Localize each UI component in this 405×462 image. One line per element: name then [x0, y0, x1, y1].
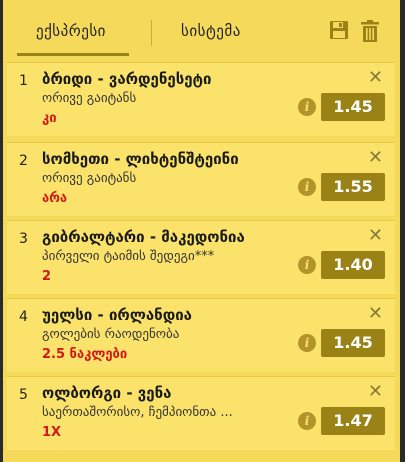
bet-match-title: ბრიდი - ვარდენესეტი [42, 70, 212, 88]
info-icon[interactable]: i [298, 334, 316, 352]
bet-selection: 1X [42, 425, 62, 440]
bet-card: 3 გიბრალტარი - მაკედონია პირველი ტაიმის შე… [7, 220, 395, 294]
bet-card: 2 სომხეთი - ლიხტენშტეინი ორივე გაიტანს არა ✕… [7, 142, 395, 216]
bet-number: 3 [19, 231, 28, 247]
close-icon[interactable]: ✕ [368, 381, 383, 402]
tab-system[interactable]: სისტემა [181, 0, 241, 58]
close-icon[interactable]: ✕ [368, 67, 383, 88]
odds-button[interactable]: 1.45 [321, 329, 385, 357]
active-tab-indicator [17, 53, 129, 56]
info-icon[interactable]: i [298, 412, 316, 430]
info-icon[interactable]: i [298, 98, 316, 116]
bet-number: 5 [19, 387, 28, 403]
bet-selection: 2.5 ნაკლები [42, 347, 128, 362]
odds-button[interactable]: 1.47 [321, 407, 385, 435]
bet-match-title: ოლბორგი - ვენა [42, 384, 172, 402]
tab-divider [151, 20, 152, 46]
bet-match-title: გიბრალტარი - მაკედონია [42, 228, 245, 246]
bet-market: ორივე გაიტანს [42, 91, 137, 106]
bet-market: ორივე გაიტანს [42, 171, 137, 186]
bet-card: 4 უელსი - ირლანდია გოლების რაოდენობა 2.5 ნა… [7, 298, 395, 372]
bet-card: 1 ბრიდი - ვარდენესეტი ორივე გაიტანს კი ✕ i 1.4… [7, 62, 395, 136]
close-icon[interactable]: ✕ [368, 147, 383, 168]
odds-button[interactable]: 1.45 [321, 93, 385, 121]
info-icon[interactable]: i [298, 256, 316, 274]
info-icon[interactable]: i [298, 178, 316, 196]
bet-match-title: უელსი - ირლანდია [42, 306, 192, 324]
bet-number: 2 [19, 153, 28, 169]
bet-selection: 2 [42, 269, 52, 284]
save-icon[interactable] [329, 20, 349, 44]
trash-icon[interactable] [361, 20, 379, 46]
odds-button[interactable]: 1.55 [321, 173, 385, 201]
bet-match-title: სომხეთი - ლიხტენშტეინი [42, 150, 239, 168]
bet-market: საერთაშორისო, ჩემპიონთა ... [42, 405, 233, 420]
bet-selection: კი [42, 111, 57, 126]
betslip-tabs: ექსპრესი სისტემა [3, 0, 400, 58]
odds-button[interactable]: 1.40 [321, 251, 385, 279]
bet-number: 1 [19, 73, 28, 89]
tab-express[interactable]: ექსპრესი [36, 0, 106, 58]
bet-market: პირველი ტაიმის შედეგი*** [42, 249, 215, 264]
betslip-panel: ექსპრესი სისტემა 1 ბრიდი - ვარდენესეტი ორი… [3, 0, 400, 462]
bet-selection: არა [42, 191, 68, 206]
bet-number: 4 [19, 309, 28, 325]
bet-market: გოლების რაოდენობა [42, 327, 180, 342]
bet-card: 5 ოლბორგი - ვენა საერთაშორისო, ჩემპიონთა .… [7, 376, 395, 450]
close-icon[interactable]: ✕ [368, 303, 383, 324]
close-icon[interactable]: ✕ [368, 225, 383, 246]
